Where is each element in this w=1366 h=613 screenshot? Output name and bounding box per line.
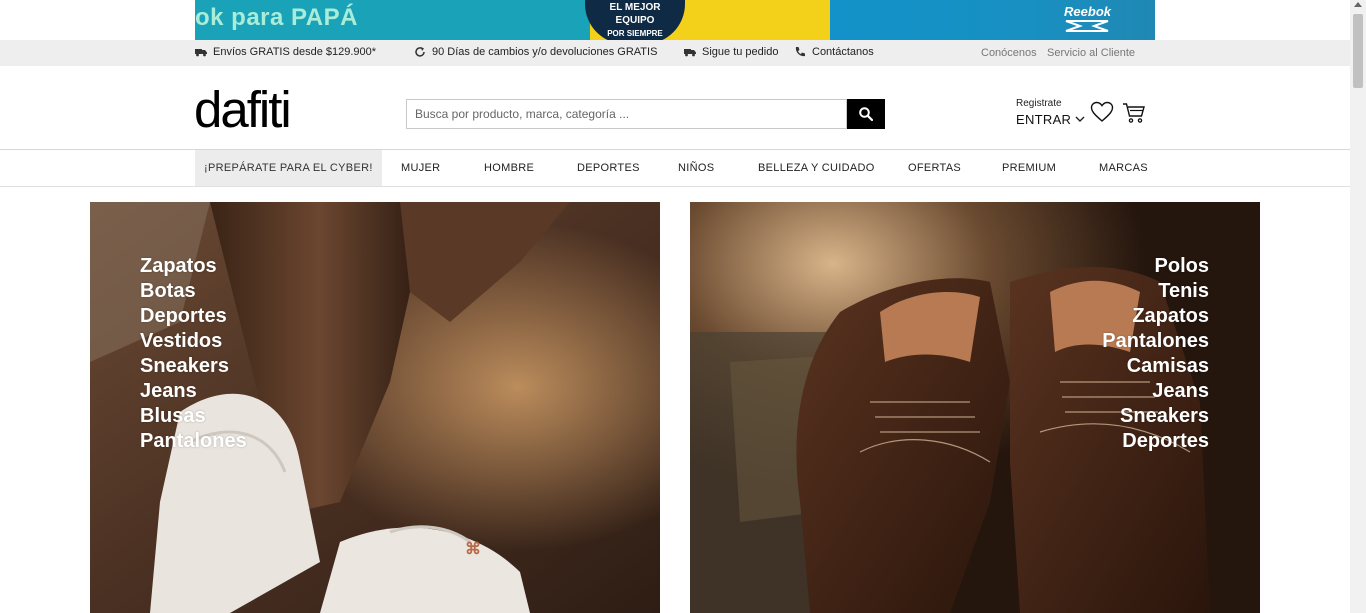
login-dropdown[interactable]: ENTRAR <box>1016 112 1085 127</box>
reebok-logo-text: Reebok <box>1064 4 1111 19</box>
dafiti-logo[interactable]: dafiti <box>194 80 292 140</box>
track-order-text: Sigue tu pedido <box>702 46 779 58</box>
promo-headline-text: ok para <box>195 4 292 31</box>
svg-text:⌘: ⌘ <box>465 541 481 558</box>
account-menu[interactable]: Registrate ENTRAR <box>1016 98 1085 127</box>
customer-service-link[interactable]: Servicio al Cliente <box>1047 47 1135 59</box>
free-shipping-text: Envíos GRATIS desde $129.900* <box>213 46 377 58</box>
promo-badge-line: EQUIPO <box>615 15 655 26</box>
hero-link-tenis[interactable]: Tenis <box>1158 279 1209 304</box>
header: dafiti Registrate ENTRAR <box>0 66 1350 150</box>
promo-banner-image[interactable]: ok para PAPÁ EL MEJOR EQUIPO POR SIEMPRE… <box>195 0 1155 40</box>
hero-link-deportes[interactable]: Deportes <box>1122 429 1209 454</box>
hero-link-blusas[interactable]: Blusas <box>140 404 206 429</box>
promo-banner-right: Reebok <box>830 0 1155 40</box>
contact-link[interactable]: Contáctanos <box>794 46 874 58</box>
returns-text: 90 Días de cambios y/o devoluciones GRAT… <box>432 46 658 58</box>
promo-headline-highlight: PAPÁ <box>291 4 358 31</box>
reebok-logo: Reebok <box>1064 4 1111 33</box>
truck-icon <box>684 49 696 57</box>
nav-item-hombre[interactable]: HOMBRE <box>484 150 534 186</box>
main-nav: ¡PREPÁRATE PARA EL CYBER! MUJER HOMBRE D… <box>0 149 1350 187</box>
hero-women-banner[interactable]: ⌘ Zapatos Botas Deportes Vestidos Sneake… <box>90 202 660 613</box>
hero-link-sneakers[interactable]: Sneakers <box>140 354 229 379</box>
hero-link-deportes[interactable]: Deportes <box>140 304 227 329</box>
scroll-up-arrow-icon[interactable] <box>1354 2 1362 7</box>
refresh-icon <box>415 47 425 57</box>
hero-link-pantalones[interactable]: Pantalones <box>1102 329 1209 354</box>
free-shipping-info[interactable]: Envíos GRATIS desde $129.900* <box>195 46 376 58</box>
nav-item-deportes[interactable]: DEPORTES <box>577 150 640 186</box>
chevron-down-icon <box>1075 116 1085 122</box>
nav-item-premium[interactable]: PREMIUM <box>1002 150 1056 186</box>
phone-icon <box>795 47 805 57</box>
scrollbar[interactable] <box>1350 0 1366 613</box>
hero-link-jeans[interactable]: Jeans <box>1152 379 1209 404</box>
track-order-link[interactable]: Sigue tu pedido <box>684 46 778 58</box>
promo-banner-left: ok para PAPÁ <box>195 0 590 40</box>
search-input[interactable] <box>406 99 847 129</box>
promo-banner-middle: EL MEJOR EQUIPO POR SIEMPRE <box>585 0 830 40</box>
promo-banner[interactable]: ok para PAPÁ EL MEJOR EQUIPO POR SIEMPRE… <box>0 0 1350 40</box>
men-category-links: Polos Tenis Zapatos Pantalones Camisas J… <box>1102 254 1209 454</box>
nav-item-marcas[interactable]: MARCAS <box>1099 150 1148 186</box>
truck-icon <box>195 49 207 57</box>
shopping-cart-icon <box>1123 103 1145 123</box>
hero-link-pantalones[interactable]: Pantalones <box>140 429 247 454</box>
register-link[interactable]: Registrate <box>1016 98 1085 109</box>
hero-link-jeans[interactable]: Jeans <box>140 379 197 404</box>
scrollbar-thumb[interactable] <box>1353 14 1363 88</box>
search-icon <box>859 107 873 121</box>
nav-item-belleza[interactable]: BELLEZA Y CUIDADO <box>758 150 875 186</box>
promo-headline: ok para PAPÁ <box>195 4 358 32</box>
nav-item-cyber[interactable]: ¡PREPÁRATE PARA EL CYBER! <box>195 150 382 186</box>
promo-badge-line: EL MEJOR <box>609 2 661 13</box>
page: ok para PAPÁ EL MEJOR EQUIPO POR SIEMPRE… <box>0 0 1366 613</box>
nav-item-ninos[interactable]: NIÑOS <box>678 150 714 186</box>
login-label: ENTRAR <box>1016 112 1072 127</box>
hero-link-zapatos[interactable]: Zapatos <box>1132 304 1209 329</box>
reebok-delta-icon <box>1065 20 1109 32</box>
returns-info[interactable]: 90 Días de cambios y/o devoluciones GRAT… <box>414 46 657 58</box>
hero-link-polos[interactable]: Polos <box>1155 254 1209 279</box>
hero-link-sneakers[interactable]: Sneakers <box>1120 404 1209 429</box>
about-link[interactable]: Conócenos <box>981 47 1037 59</box>
hero-link-botas[interactable]: Botas <box>140 279 196 304</box>
hero-men-banner[interactable]: Polos Tenis Zapatos Pantalones Camisas J… <box>690 202 1260 613</box>
promo-badge-line: POR SIEMPRE <box>607 29 663 38</box>
hero-link-camisas[interactable]: Camisas <box>1127 354 1209 379</box>
promo-badge: EL MEJOR EQUIPO POR SIEMPRE <box>585 0 685 40</box>
hero-link-zapatos[interactable]: Zapatos <box>140 254 217 279</box>
search-button[interactable] <box>847 99 885 129</box>
wishlist-button[interactable] <box>1090 101 1114 128</box>
contact-text: Contáctanos <box>812 46 874 58</box>
hero-link-vestidos[interactable]: Vestidos <box>140 329 222 354</box>
info-bar: Envíos GRATIS desde $129.900* 90 Días de… <box>0 40 1350 66</box>
women-category-links: Zapatos Botas Deportes Vestidos Sneakers… <box>140 254 247 454</box>
heart-icon <box>1090 101 1114 122</box>
nav-item-ofertas[interactable]: OFERTAS <box>908 150 961 186</box>
cart-button[interactable] <box>1122 102 1146 129</box>
nav-item-mujer[interactable]: MUJER <box>401 150 440 186</box>
